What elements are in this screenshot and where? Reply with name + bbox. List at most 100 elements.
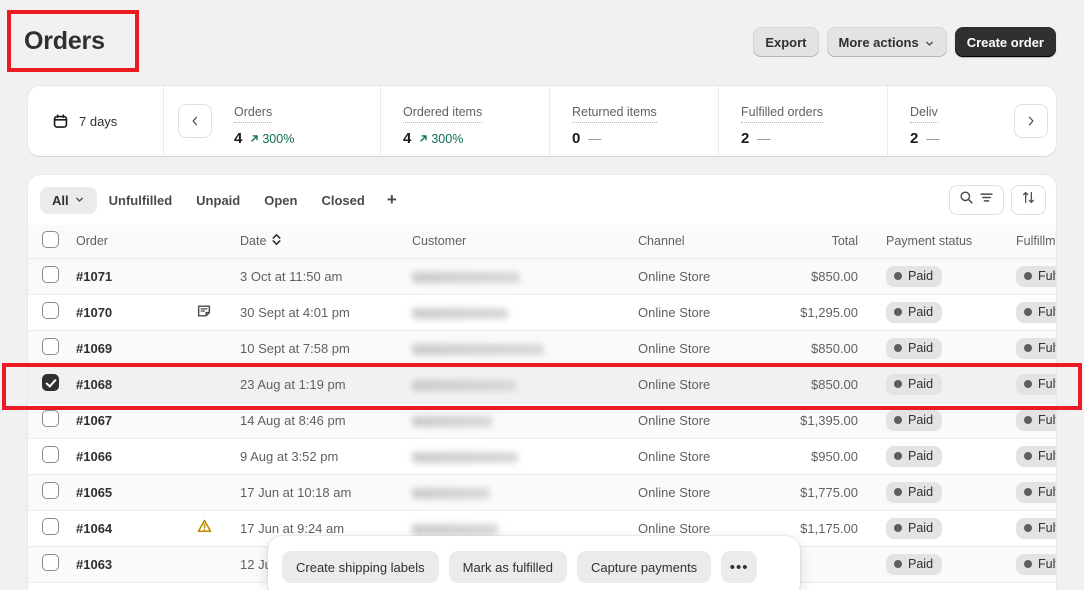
status-badge: Paid	[886, 482, 942, 503]
cell-flag	[194, 402, 240, 438]
status-badge: Paid	[886, 338, 942, 359]
chevron-down-icon	[74, 193, 85, 208]
column-payment-status[interactable]: Payment status	[872, 225, 1002, 258]
column-channel[interactable]: Channel	[634, 225, 774, 258]
metric-returned-items[interactable]: Returned items 0 —	[549, 86, 718, 156]
table-header: Order Date Customer Channel Total Paymen…	[28, 225, 1056, 258]
cell-customer	[412, 366, 634, 402]
row-checkbox[interactable]	[42, 338, 59, 355]
sort-button[interactable]	[1011, 185, 1046, 215]
table-row-selected[interactable]: #1068 23 Aug at 1:19 pm Online Store $85…	[28, 366, 1056, 402]
cell-total: $950.00	[774, 438, 872, 474]
table-row[interactable]: #1065 17 Jun at 10:18 am Online Store $1…	[28, 474, 1056, 510]
metric-delta: —	[926, 131, 939, 146]
row-checkbox[interactable]	[42, 374, 59, 391]
status-badge: Fulfilled	[1016, 410, 1056, 431]
filter-icon	[979, 190, 994, 210]
column-customer[interactable]: Customer	[412, 225, 634, 258]
status-badge: Paid	[886, 518, 942, 539]
cell-payment-status: Paid	[872, 258, 1002, 294]
row-checkbox[interactable]	[42, 410, 59, 427]
status-badge: Paid	[886, 374, 942, 395]
cell-customer	[412, 294, 634, 330]
create-order-button[interactable]: Create order	[955, 27, 1056, 57]
cell-fulfillment-status: Fulfilled	[1002, 474, 1056, 510]
add-tab-button[interactable]: +	[377, 188, 407, 212]
cell-channel: Online Store	[634, 438, 774, 474]
cell-customer	[412, 258, 634, 294]
row-select-cell	[28, 258, 76, 294]
sort-chevrons-icon	[271, 233, 282, 249]
metric-value: 4	[403, 130, 411, 147]
table-row[interactable]: #1070 30 Sept at 4:01 pm Online Store $1…	[28, 294, 1056, 330]
date-range-selector[interactable]: 7 days	[28, 86, 164, 156]
cell-flag	[194, 546, 240, 582]
cell-order: #1070	[76, 294, 194, 330]
header-actions: Export More actions Create order	[753, 27, 1056, 57]
more-actions-label: More actions	[839, 35, 919, 50]
capture-payments-button[interactable]: Capture payments	[577, 551, 711, 583]
row-checkbox[interactable]	[42, 446, 59, 463]
tab-unfulfilled[interactable]: Unfulfilled	[97, 187, 185, 214]
row-checkbox[interactable]	[42, 266, 59, 283]
chevron-down-icon	[924, 37, 935, 48]
column-fulfillment-status[interactable]: Fulfillment status	[1002, 225, 1056, 258]
row-checkbox[interactable]	[42, 302, 59, 319]
cell-channel: Online Store	[634, 474, 774, 510]
cell-total: $850.00	[774, 258, 872, 294]
note-icon	[194, 303, 214, 319]
tab-all[interactable]: All	[40, 187, 97, 214]
row-checkbox[interactable]	[42, 482, 59, 499]
metric-delta-value: 300%	[262, 132, 294, 146]
select-all-checkbox[interactable]	[42, 231, 59, 248]
cell-channel: Online Store	[634, 258, 774, 294]
cell-fulfillment-status: Fulfilled	[1002, 438, 1056, 474]
table-row[interactable]: #1067 14 Aug at 8:46 pm Online Store $1,…	[28, 402, 1056, 438]
row-select-cell	[28, 330, 76, 366]
cell-fulfillment-status: Fulfilled	[1002, 546, 1056, 582]
more-bulk-actions-button[interactable]: •••	[721, 551, 757, 583]
metrics-next-button[interactable]	[1014, 104, 1048, 138]
cell-order: #1065	[76, 474, 194, 510]
row-select-cell	[28, 402, 76, 438]
metric-orders[interactable]: Orders 4 300%	[212, 86, 380, 156]
cell-channel: Online Store	[634, 294, 774, 330]
cell-channel: Online Store	[634, 366, 774, 402]
create-shipping-labels-button[interactable]: Create shipping labels	[282, 551, 439, 583]
orders-table-card: All Unfulfilled Unpaid Open Closed +	[28, 175, 1056, 590]
column-order[interactable]: Order	[76, 225, 240, 258]
column-date[interactable]: Date	[240, 225, 412, 258]
metric-ordered-items[interactable]: Ordered items 4 300%	[380, 86, 549, 156]
cell-fulfillment-status: Fulfilled	[1002, 330, 1056, 366]
export-button-label: Export	[765, 35, 806, 50]
table-row[interactable]: #1071 3 Oct at 11:50 am Online Store $85…	[28, 258, 1056, 294]
metric-label: Returned items	[572, 105, 657, 123]
tab-open[interactable]: Open	[252, 187, 309, 214]
more-actions-button[interactable]: More actions	[827, 27, 947, 57]
status-badge: Paid	[886, 266, 942, 287]
mark-as-fulfilled-button[interactable]: Mark as fulfilled	[449, 551, 567, 583]
status-badge: Fulfilled	[1016, 302, 1056, 323]
status-badge: Paid	[886, 410, 942, 431]
warning-icon	[194, 518, 214, 535]
row-checkbox[interactable]	[42, 518, 59, 535]
metrics-prev-button[interactable]	[178, 104, 212, 138]
status-badge: Fulfilled	[1016, 482, 1056, 503]
column-total[interactable]: Total	[774, 225, 872, 258]
metric-delta: —	[588, 131, 601, 146]
status-badge: Fulfilled	[1016, 518, 1056, 539]
table-row[interactable]: #1069 10 Sept at 7:58 pm Online Store $8…	[28, 330, 1056, 366]
table-row[interactable]: #1066 9 Aug at 3:52 pm Online Store $950…	[28, 438, 1056, 474]
tab-unpaid[interactable]: Unpaid	[184, 187, 252, 214]
cell-total: $850.00	[774, 366, 872, 402]
cell-fulfillment-status: Fulfilled	[1002, 294, 1056, 330]
cell-flag	[194, 258, 240, 294]
tab-closed[interactable]: Closed	[309, 187, 376, 214]
cell-date: 17 Jun at 10:18 am	[240, 474, 412, 510]
search-and-filter-button[interactable]	[949, 185, 1004, 215]
row-checkbox[interactable]	[42, 554, 59, 571]
export-button[interactable]: Export	[753, 27, 818, 57]
metric-value: 0	[572, 130, 580, 147]
metric-fulfilled-orders[interactable]: Fulfilled orders 2 —	[718, 86, 887, 156]
row-select-cell	[28, 546, 76, 582]
